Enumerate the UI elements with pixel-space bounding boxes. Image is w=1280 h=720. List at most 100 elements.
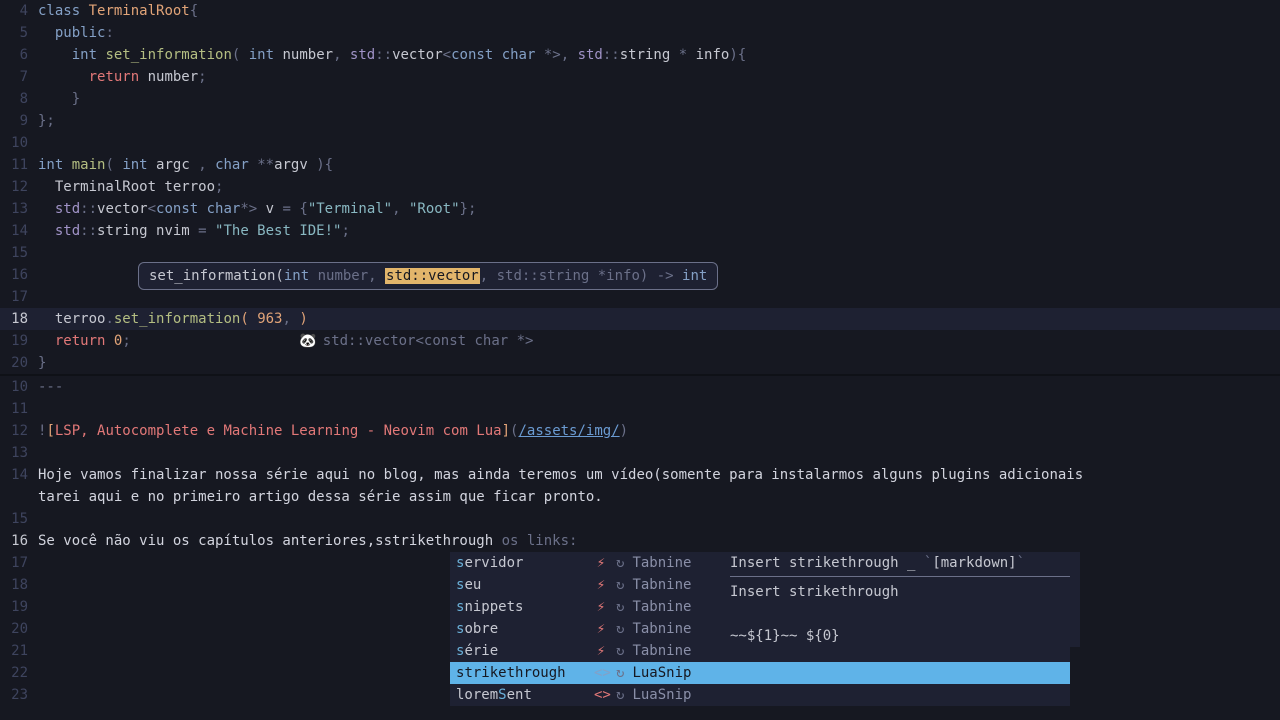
- line-number: 16: [0, 530, 38, 552]
- line-number: 7: [0, 66, 38, 88]
- doc-spacer: [730, 603, 1070, 625]
- completion-label: seu: [456, 574, 586, 596]
- editor-pane-markdown[interactable]: 10---1112![LSP, Autocomplete e Machine L…: [0, 376, 1280, 706]
- code-content[interactable]: [38, 242, 1280, 264]
- refresh-icon: ↻: [616, 618, 624, 640]
- code-content[interactable]: set_information(int number, std::vector,…: [38, 264, 1280, 286]
- code-content[interactable]: int set_information( int number, std::ve…: [38, 44, 1280, 66]
- code-line[interactable]: 13: [0, 442, 1280, 464]
- line-number: 5: [0, 22, 38, 44]
- code-line[interactable]: tarei aqui e no primeiro artigo dessa sé…: [0, 486, 1280, 508]
- line-number: 15: [0, 242, 38, 264]
- code-line[interactable]: 20}: [0, 352, 1280, 374]
- code-content[interactable]: [38, 132, 1280, 154]
- refresh-icon: ↻: [616, 596, 624, 618]
- completion-source: Tabnine: [632, 574, 691, 596]
- line-number: 14: [0, 464, 38, 486]
- code-line[interactable]: 15: [0, 242, 1280, 264]
- snippet-icon: <>: [594, 662, 608, 684]
- inline-hint: std::vector<const char *>: [323, 333, 534, 349]
- line-number: 19: [0, 596, 38, 618]
- code-line[interactable]: 16set_information(int number, std::vecto…: [0, 264, 1280, 286]
- code-line[interactable]: 11int main( int argc , char **argv ){: [0, 154, 1280, 176]
- bolt-icon: ⚡: [594, 574, 608, 596]
- line-number: 15: [0, 508, 38, 530]
- code-content[interactable]: ![LSP, Autocomplete e Machine Learning -…: [38, 420, 1280, 442]
- code-line[interactable]: 13 std::vector<const char*> v = {"Termin…: [0, 198, 1280, 220]
- code-content[interactable]: std::string nvim = "The Best IDE!";: [38, 220, 1280, 242]
- refresh-icon: ↻: [616, 640, 624, 662]
- code-line[interactable]: 7 return number;: [0, 66, 1280, 88]
- code-content[interactable]: class TerminalRoot{: [38, 0, 1280, 22]
- completion-source: LuaSnip: [632, 662, 691, 684]
- completion-label: loremSent: [456, 684, 586, 706]
- line-number: 18: [0, 574, 38, 596]
- code-line[interactable]: 14Hoje vamos finalizar nossa série aqui …: [0, 464, 1280, 486]
- bolt-icon: ⚡: [594, 640, 608, 662]
- code-line[interactable]: 12 TerminalRoot terroo;: [0, 176, 1280, 198]
- code-content[interactable]: terroo.set_information( 963, ): [38, 308, 1280, 330]
- completion-source: Tabnine: [632, 640, 691, 662]
- code-line[interactable]: 10---: [0, 376, 1280, 398]
- completion-label: strikethrough: [456, 662, 586, 684]
- completion-label: snippets: [456, 596, 586, 618]
- panda-icon: 🐼: [299, 333, 316, 349]
- doc-title: Insert strikethrough _ `[markdown]`: [730, 552, 1070, 574]
- completion-source: Tabnine: [632, 596, 691, 618]
- code-content[interactable]: };: [38, 110, 1280, 132]
- code-content[interactable]: TerminalRoot terroo;: [38, 176, 1280, 198]
- code-content[interactable]: Se você não viu os capítulos anteriores,…: [38, 530, 1280, 552]
- line-number: 17: [0, 552, 38, 574]
- code-content[interactable]: return number;: [38, 66, 1280, 88]
- code-content[interactable]: [38, 286, 1280, 308]
- refresh-icon: ↻: [616, 574, 624, 596]
- completion-doc-panel: Insert strikethrough _ `[markdown]`Inser…: [720, 552, 1080, 647]
- code-line[interactable]: 5 public:: [0, 22, 1280, 44]
- code-content[interactable]: [38, 398, 1280, 420]
- line-number: 18: [0, 308, 38, 330]
- code-line[interactable]: 8 }: [0, 88, 1280, 110]
- code-content[interactable]: int main( int argc , char **argv ){: [38, 154, 1280, 176]
- code-line[interactable]: 17: [0, 286, 1280, 308]
- completion-item[interactable]: strikethrough<>↻LuaSnip: [450, 662, 1070, 684]
- code-content[interactable]: [38, 442, 1280, 464]
- code-line[interactable]: 18 terroo.set_information( 963, ): [0, 308, 1280, 330]
- code-content[interactable]: return 0; 🐼std::vector<const char *>: [38, 330, 1280, 352]
- line-number: 17: [0, 286, 38, 308]
- code-content[interactable]: Hoje vamos finalizar nossa série aqui no…: [38, 464, 1280, 486]
- line-number: 20: [0, 618, 38, 640]
- doc-snippet: ~~${1}~~ ${0}: [730, 625, 1070, 647]
- bolt-icon: ⚡: [594, 552, 608, 574]
- code-line[interactable]: 11: [0, 398, 1280, 420]
- code-content[interactable]: [38, 508, 1280, 530]
- line-number: 16: [0, 264, 38, 286]
- line-number: 4: [0, 0, 38, 22]
- code-content[interactable]: }: [38, 88, 1280, 110]
- code-line[interactable]: 14 std::string nvim = "The Best IDE!";: [0, 220, 1280, 242]
- line-number: 10: [0, 132, 38, 154]
- completion-source: Tabnine: [632, 618, 691, 640]
- bolt-icon: ⚡: [594, 618, 608, 640]
- code-line[interactable]: 6 int set_information( int number, std::…: [0, 44, 1280, 66]
- line-number: 19: [0, 330, 38, 352]
- completion-item[interactable]: loremSent<>↻LuaSnip: [450, 684, 1070, 706]
- code-line[interactable]: 19 return 0; 🐼std::vector<const char *>: [0, 330, 1280, 352]
- refresh-icon: ↻: [616, 552, 624, 574]
- code-line[interactable]: 10: [0, 132, 1280, 154]
- completion-source: Tabnine: [632, 552, 691, 574]
- code-line[interactable]: 15: [0, 508, 1280, 530]
- code-content[interactable]: ---: [38, 376, 1280, 398]
- code-content[interactable]: tarei aqui e no primeiro artigo dessa sé…: [38, 486, 1280, 508]
- editor-pane-cpp[interactable]: 4class TerminalRoot{5 public:6 int set_i…: [0, 0, 1280, 374]
- code-content[interactable]: public:: [38, 22, 1280, 44]
- line-number: 22: [0, 662, 38, 684]
- code-line[interactable]: 12![LSP, Autocomplete e Machine Learning…: [0, 420, 1280, 442]
- line-number: 13: [0, 198, 38, 220]
- code-line[interactable]: 16Se você não viu os capítulos anteriore…: [0, 530, 1280, 552]
- code-line[interactable]: 4class TerminalRoot{: [0, 0, 1280, 22]
- code-line[interactable]: 9};: [0, 110, 1280, 132]
- code-content[interactable]: }: [38, 352, 1280, 374]
- code-content[interactable]: std::vector<const char*> v = {"Terminal"…: [38, 198, 1280, 220]
- line-number: 8: [0, 88, 38, 110]
- bolt-icon: ⚡: [594, 596, 608, 618]
